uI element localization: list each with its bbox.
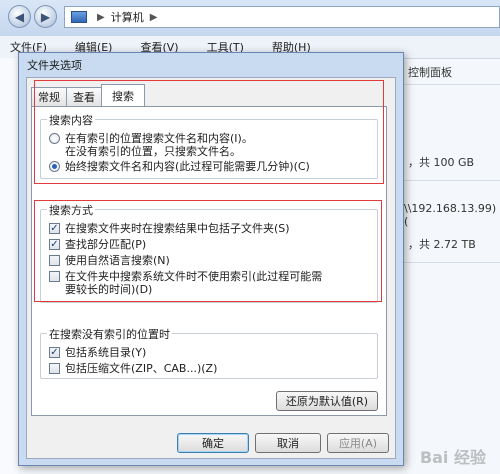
cancel-button[interactable]: 取消 [255, 433, 321, 453]
checkbox-natural-language[interactable]: 使用自然语言搜索(N) [49, 254, 170, 267]
search-method-label: 搜索方式 [47, 202, 95, 218]
chevron-right-icon: ▶ [149, 11, 158, 23]
tab-search[interactable]: 搜索 [101, 84, 145, 106]
checkbox-subfolders-text: 在搜索文件夹时在搜索结果中包括子文件夹(S) [65, 222, 290, 235]
radio-button-selected[interactable] [49, 161, 60, 172]
restore-defaults-button[interactable]: 还原为默认值(R) [276, 391, 378, 411]
radio-always-text: 始终搜索文件名和内容(此过程可能需要几分钟)(C) [65, 160, 310, 173]
radio-index-text-1: 在有索引的位置搜索文件名和内容(I)。 [65, 132, 253, 145]
search-content-label: 搜索内容 [47, 112, 95, 128]
checkbox-no-index-text-2: 要较长的时间)(D) [65, 283, 153, 296]
checkbox-no-index[interactable]: 在文件夹中搜索系统文件时不使用索引(此过程可能需 要较长的时间)(D) [49, 270, 322, 296]
drive-size-network: ，共 2.72 TB [408, 238, 476, 251]
checkbox-unchecked[interactable] [49, 363, 60, 374]
checkbox-checked[interactable]: ✓ [49, 239, 60, 250]
explorer-nav-pane [0, 58, 18, 474]
checkbox-checked[interactable]: ✓ [49, 223, 60, 234]
ok-button[interactable]: 确定 [177, 433, 249, 453]
dialog-title: 文件夹选项 [27, 59, 82, 72]
chevron-right-icon: ▶ [97, 11, 105, 23]
divider [404, 84, 500, 85]
network-drive-text: \\192.168.13.99) ( [404, 202, 497, 228]
checkbox-unchecked[interactable] [49, 271, 60, 282]
tab-view[interactable]: 查看 [66, 87, 102, 106]
checkbox-system-dirs[interactable]: ✓ 包括系统目录(Y) [49, 346, 146, 359]
divider [404, 180, 500, 181]
checkbox-partial-match[interactable]: ✓ 查找部分匹配(P) [49, 238, 146, 251]
checkbox-checked[interactable]: ✓ [49, 347, 60, 358]
radio-button[interactable] [49, 133, 60, 144]
address-bar[interactable]: ▶ 计算机 ▶ [64, 6, 500, 28]
checkbox-subfolders[interactable]: ✓ 在搜索文件夹时在搜索结果中包括子文件夹(S) [49, 222, 290, 235]
checkbox-unchecked[interactable] [49, 255, 60, 266]
computer-icon [71, 11, 87, 23]
forward-arrow-icon: ▶ [40, 9, 51, 24]
address-text: 计算机 [110, 11, 144, 24]
watermark-logo: Bai 经验 [419, 448, 486, 467]
search-method-group: 搜索方式 ✓ 在搜索文件夹时在搜索结果中包括子文件夹(S) ✓ 查找部分匹配(P… [40, 202, 378, 303]
apply-button[interactable]: 应用(A) [327, 433, 389, 453]
checkbox-partial-match-text: 查找部分匹配(P) [65, 238, 147, 251]
search-content-group: 搜索内容 在有索引的位置搜索文件名和内容(I)。 在没有索引的位置，只搜索文件名… [40, 112, 378, 179]
radio-index-text-2: 在没有索引的位置，只搜索文件名。 [65, 145, 241, 158]
no-index-label: 在搜索没有索引的位置时 [47, 326, 172, 342]
radio-index-option[interactable]: 在有索引的位置搜索文件名和内容(I)。 在没有索引的位置，只搜索文件名。 [49, 132, 253, 158]
dialog-body: 常规 查看 搜索 搜索内容 在有索引的位置搜索文件名和内容(I)。 在没有索引的… [26, 77, 396, 459]
radio-always-option[interactable]: 始终搜索文件名和内容(此过程可能需要几分钟)(C) [49, 160, 310, 173]
checkbox-natural-language-text: 使用自然语言搜索(N) [65, 254, 170, 267]
forward-button[interactable]: ▶ [34, 5, 57, 28]
tab-strip: 常规 查看 搜索 [31, 84, 145, 106]
no-index-group: 在搜索没有索引的位置时 ✓ 包括系统目录(Y) 包括压缩文件(ZIP、CAB..… [40, 326, 378, 379]
checkbox-no-index-text-1: 在文件夹中搜索系统文件时不使用索引(此过程可能需 [65, 270, 323, 283]
back-arrow-icon: ◀ [14, 9, 25, 24]
checkbox-system-dirs-text: 包括系统目录(Y) [65, 346, 147, 359]
control-panel-link[interactable]: 控制面板 [408, 64, 452, 80]
folder-options-dialog: 文件夹选项 常规 查看 搜索 搜索内容 在有索引的位置搜索文件名和内容(I)。 … [18, 52, 404, 466]
back-button[interactable]: ◀ [8, 5, 31, 28]
search-tab-panel: 搜索内容 在有索引的位置搜索文件名和内容(I)。 在没有索引的位置，只搜索文件名… [31, 106, 387, 416]
drive-size-c: ，共 100 GB [408, 156, 475, 169]
checkbox-compressed[interactable]: 包括压缩文件(ZIP、CAB...)(Z) [49, 362, 217, 375]
checkbox-compressed-text: 包括压缩文件(ZIP、CAB...)(Z) [65, 362, 218, 375]
divider [404, 262, 500, 263]
explorer-toolbar: ◀ ▶ ▶ 计算机 ▶ [0, 0, 500, 36]
tab-general[interactable]: 常规 [31, 87, 67, 106]
